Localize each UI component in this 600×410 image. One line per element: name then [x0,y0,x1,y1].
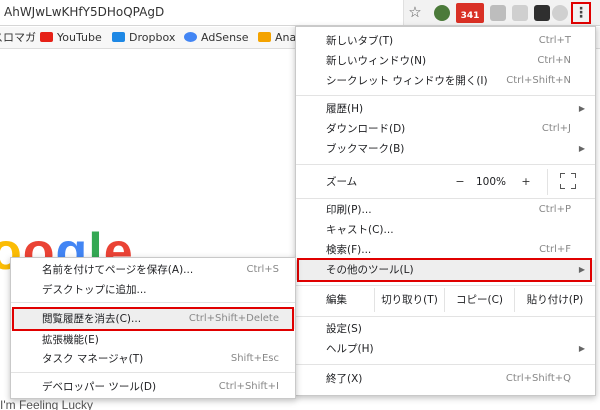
menu-help[interactable]: ヘルプ(H) ▶ [296,339,595,359]
extension-grid-icon[interactable] [490,5,506,21]
evernote-icon[interactable] [534,5,550,21]
menu-separator [296,364,595,365]
menu-separator [296,95,595,96]
submenu-arrow-icon: ▶ [578,144,585,153]
bookmark-star-icon[interactable]: ☆ [406,3,424,21]
submenu-developer-tools[interactable]: デベロッパー ツール(D) Ctrl+Shift+I [11,377,295,397]
menu-separator [296,164,595,165]
shortcut: Ctrl+Shift+N [506,75,571,86]
extension-box-icon[interactable] [512,5,528,21]
menu-print[interactable]: 印刷(P)... Ctrl+P [296,200,595,220]
zoom-label: ズーム [326,176,358,188]
cut-button[interactable]: 切り取り(T) [374,288,444,312]
menu-downloads[interactable]: ダウンロード(D) Ctrl+J [296,119,595,139]
bookmark-analytics[interactable]: Ana [258,27,296,49]
menu-separator [296,285,595,286]
zoom-level: 100% [476,176,507,188]
shortcut: Shift+Esc [230,353,279,364]
menu-new-window[interactable]: 新しいウィンドウ(N) Ctrl+N [296,51,595,71]
fullscreen-icon[interactable] [560,173,576,189]
zoom-in-button[interactable]: + [516,172,536,192]
toolbar: AhWJwLwKHfY5DHoQPAgD ☆ 341 ⋮ [0,0,600,26]
edit-row: 編集 切り取り(T) コピー(C) 貼り付け(P) [296,288,595,312]
dropbox-icon [112,32,125,42]
paste-button[interactable]: 貼り付け(P) [514,288,595,312]
zoom-divider [547,169,548,195]
mail-badge: 341 [460,11,480,21]
submenu-arrow-icon: ▶ [578,104,585,113]
more-tools-submenu: 名前を付けてページを保存(A)... Ctrl+S デスクトップに追加... 閲覧… [10,257,296,399]
zoom-row: ズーム − 100% + [296,169,595,195]
menu-incognito[interactable]: シークレット ウィンドウを開く(I) Ctrl+Shift+N [296,71,595,91]
feeling-lucky-button[interactable]: I'm Feeling Lucky [0,398,93,410]
menu-separator [296,198,595,199]
menu-find[interactable]: 検索(F)... Ctrl+F [296,240,595,260]
chrome-main-menu: 新しいタブ(T) Ctrl+T 新しいウィンドウ(N) Ctrl+N シークレット … [295,26,596,396]
menu-separator [11,372,295,373]
submenu-add-to-desktop[interactable]: デスクトップに追加... [11,280,295,300]
address-bar[interactable]: AhWJwLwKHfY5DHoQPAgD [0,0,404,25]
shortcut: Ctrl+N [537,55,571,66]
submenu-save-page[interactable]: 名前を付けてページを保存(A)... Ctrl+S [11,260,295,280]
menu-exit[interactable]: 終了(X) Ctrl+Shift+Q [296,369,595,389]
shortcut: Ctrl+T [538,35,571,46]
analytics-icon [258,32,271,42]
menu-bookmarks[interactable]: ブックマーク(B) ▶ [296,139,595,159]
bookmark-item[interactable]: スロマガ [0,27,36,49]
bookmark-youtube[interactable]: YouTube [40,27,102,49]
shortcut: Ctrl+P [538,204,571,215]
more-tools-highlight [297,258,592,282]
menu-new-tab[interactable]: 新しいタブ(T) Ctrl+T [296,31,595,51]
extension-chat-icon[interactable] [552,5,568,21]
shortcut: Ctrl+J [541,123,571,134]
bookmark-adsense[interactable]: AdSense [184,27,249,49]
menu-separator [296,316,595,317]
youtube-icon [40,32,53,42]
menu-cast[interactable]: キャスト(C)... [296,220,595,240]
shortcut: Ctrl+S [246,264,279,275]
gmail-extension-icon[interactable]: 341 [456,3,484,23]
submenu-arrow-icon: ▶ [578,344,585,353]
menu-history[interactable]: 履歴(H) ▶ [296,99,595,119]
shortcut: Ctrl+Shift+Q [505,373,571,384]
menu-separator [11,302,295,303]
submenu-task-manager[interactable]: タスク マネージャ(T) Shift+Esc [11,349,295,369]
shortcut: Ctrl+F [539,244,571,255]
edit-label: 編集 [326,294,347,306]
shortcut: Ctrl+Shift+I [218,381,279,392]
extension-globe-icon[interactable] [434,5,450,21]
clear-data-highlight [12,307,294,331]
chrome-menu-button[interactable]: ⋮ [571,2,591,24]
menu-settings[interactable]: 設定(S) [296,319,595,339]
submenu-extensions[interactable]: 拡張機能(E) [11,330,295,350]
zoom-out-button[interactable]: − [450,172,470,192]
google-icon [184,32,197,42]
bookmark-dropbox[interactable]: Dropbox [112,27,175,49]
copy-button[interactable]: コピー(C) [444,288,514,312]
